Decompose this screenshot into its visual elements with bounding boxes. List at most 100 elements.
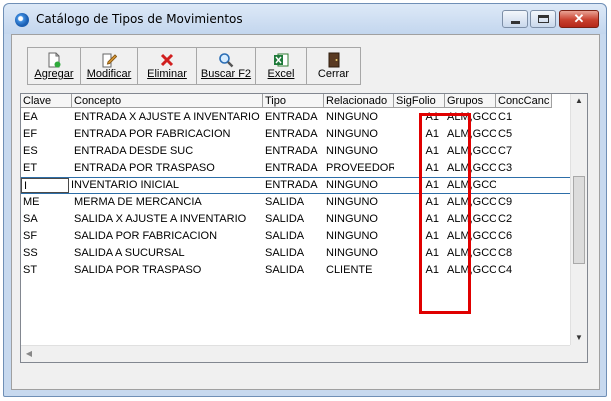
new-document-icon — [48, 52, 61, 68]
table-row[interactable]: ET ENTRADA POR TRASPASO ENTRADA PROVEEDO… — [21, 160, 552, 177]
excel-button[interactable]: Excel — [255, 47, 307, 85]
cell-relacionado[interactable]: NINGUNO — [324, 109, 394, 126]
scroll-up-icon[interactable]: ▲ — [571, 94, 587, 108]
cell-concepto[interactable]: ENTRADA X AJUSTE A INVENTARIO — [72, 109, 263, 126]
sigfolio-highlight-box — [419, 113, 471, 314]
table-row[interactable]: SS SALIDA A SUCURSAL SALIDA NINGUNO A1 A… — [21, 245, 552, 262]
cerrar-button[interactable]: Cerrar — [306, 47, 361, 85]
cell-tipo[interactable]: SALIDA — [263, 194, 324, 211]
cell-conccanc[interactable]: C6 — [496, 228, 552, 245]
cell-clave[interactable]: ES — [21, 143, 72, 160]
cell-conccanc[interactable]: C2 — [496, 211, 552, 228]
maximize-icon — [538, 15, 549, 23]
cell-clave[interactable]: ST — [21, 262, 72, 279]
scroll-thumb[interactable] — [573, 176, 585, 264]
column-header-grupos[interactable]: Grupos — [445, 94, 496, 108]
cell-conccanc[interactable]: C8 — [496, 245, 552, 262]
cell-conccanc[interactable]: C9 — [496, 194, 552, 211]
cell-clave[interactable]: ET — [21, 160, 72, 177]
cell-relacionado[interactable]: PROVEEDOR — [324, 160, 394, 177]
table-row[interactable]: ME MERMA DE MERCANCIA SALIDA NINGUNO A1 … — [21, 194, 552, 211]
cell-concepto[interactable]: MERMA DE MERCANCIA — [72, 194, 263, 211]
buscar-button[interactable]: Buscar F2 — [196, 47, 256, 85]
cell-conccanc[interactable]: C7 — [496, 143, 552, 160]
cell-tipo[interactable]: SALIDA — [263, 228, 324, 245]
cell-concepto[interactable]: ENTRADA DESDE SUC — [72, 143, 263, 160]
cell-relacionado[interactable]: NINGUNO — [324, 143, 394, 160]
grid-header: Clave Concepto Tipo Relacionado SigFolio… — [21, 94, 552, 108]
movement-types-grid[interactable]: Clave Concepto Tipo Relacionado SigFolio… — [20, 93, 588, 363]
cell-clave[interactable]: EA — [21, 109, 72, 126]
table-row[interactable]: EA ENTRADA X AJUSTE A INVENTARIO ENTRADA… — [21, 109, 552, 126]
table-row[interactable]: ES ENTRADA DESDE SUC ENTRADA NINGUNO A1 … — [21, 143, 552, 160]
scroll-left-icon[interactable]: ◀ — [22, 346, 36, 362]
cell-clave[interactable]: ME — [21, 194, 72, 211]
cell-tipo[interactable]: ENTRADA — [263, 126, 324, 143]
scrollbar-corner — [570, 345, 587, 362]
maximize-button[interactable] — [530, 10, 556, 28]
cell-clave[interactable]: SF — [21, 228, 72, 245]
buscar-label: Buscar F2 — [200, 68, 252, 80]
column-header-clave[interactable]: Clave — [21, 94, 72, 108]
cell-conccanc[interactable] — [496, 178, 552, 193]
close-icon: ✕ — [573, 11, 585, 26]
excel-label: Excel — [267, 68, 295, 80]
table-row[interactable]: ST SALIDA POR TRASPASO SALIDA CLIENTE A1… — [21, 262, 552, 279]
cell-conccanc[interactable]: C3 — [496, 160, 552, 177]
cell-concepto[interactable]: SALIDA POR FABRICACION — [72, 228, 263, 245]
cell-tipo[interactable]: ENTRADA — [263, 109, 324, 126]
cell-tipo[interactable]: SALIDA — [263, 245, 324, 262]
agregar-button[interactable]: Agregar — [27, 47, 81, 85]
cell-concepto[interactable]: INVENTARIO INICIAL — [69, 178, 263, 193]
cell-clave[interactable]: SS — [21, 245, 72, 262]
cell-conccanc[interactable]: C5 — [496, 126, 552, 143]
cell-tipo[interactable]: ENTRADA — [263, 160, 324, 177]
cell-tipo[interactable]: SALIDA — [263, 262, 324, 279]
cell-clave[interactable]: EF — [21, 126, 72, 143]
excel-icon — [274, 53, 289, 67]
cell-concepto[interactable]: SALIDA POR TRASPASO — [72, 262, 263, 279]
toolbar: Agregar Modificar Eliminar Buscar F2 Exc… — [27, 47, 361, 85]
table-row[interactable]: EF ENTRADA POR FABRICACION ENTRADA NINGU… — [21, 126, 552, 143]
eliminar-button[interactable]: Eliminar — [137, 47, 197, 85]
cell-concepto[interactable]: ENTRADA POR FABRICACION — [72, 126, 263, 143]
cell-concepto[interactable]: ENTRADA POR TRASPASO — [72, 160, 263, 177]
cell-concepto[interactable]: SALIDA X AJUSTE A INVENTARIO — [72, 211, 263, 228]
column-header-tipo[interactable]: Tipo — [263, 94, 324, 108]
cell-clave-editing[interactable]: I — [21, 178, 69, 193]
cell-relacionado[interactable]: NINGUNO — [324, 245, 394, 262]
cell-relacionado[interactable]: NINGUNO — [324, 194, 394, 211]
table-row[interactable]: SA SALIDA X AJUSTE A INVENTARIO SALIDA N… — [21, 211, 552, 228]
cell-tipo[interactable]: SALIDA — [263, 211, 324, 228]
scroll-down-icon[interactable]: ▼ — [571, 331, 587, 345]
table-row-selected[interactable]: I INVENTARIO INICIAL ENTRADA NINGUNO A1 … — [21, 177, 570, 194]
cell-concepto[interactable]: SALIDA A SUCURSAL — [72, 245, 263, 262]
cell-relacionado[interactable]: NINGUNO — [324, 228, 394, 245]
edit-document-icon — [102, 53, 117, 68]
column-header-relacionado[interactable]: Relacionado — [324, 94, 394, 108]
vertical-scrollbar[interactable]: ▲ ▼ — [570, 94, 587, 362]
cell-relacionado[interactable]: NINGUNO — [324, 126, 394, 143]
cell-tipo[interactable]: ENTRADA — [263, 178, 324, 193]
title-bar[interactable]: Catálogo de Tipos de Movimientos ✕ — [4, 4, 606, 34]
minimize-icon — [511, 21, 520, 24]
cell-tipo[interactable]: ENTRADA — [263, 143, 324, 160]
eliminar-label: Eliminar — [147, 68, 187, 80]
cell-conccanc[interactable]: C1 — [496, 109, 552, 126]
exit-door-icon — [328, 52, 339, 68]
column-header-sigfolio[interactable]: SigFolio — [394, 94, 445, 108]
column-header-conccanc[interactable]: ConcCanc — [496, 94, 552, 108]
minimize-button[interactable] — [502, 10, 528, 28]
cell-relacionado[interactable]: NINGUNO — [324, 178, 394, 193]
modificar-button[interactable]: Modificar — [80, 47, 138, 85]
cell-relacionado[interactable]: NINGUNO — [324, 211, 394, 228]
modificar-label: Modificar — [86, 68, 132, 80]
cell-relacionado[interactable]: CLIENTE — [324, 262, 394, 279]
cerrar-label: Cerrar — [317, 68, 350, 80]
column-header-concepto[interactable]: Concepto — [72, 94, 263, 108]
cell-clave[interactable]: SA — [21, 211, 72, 228]
close-button[interactable]: ✕ — [559, 10, 599, 28]
cell-conccanc[interactable]: C4 — [496, 262, 552, 279]
horizontal-scrollbar[interactable]: ◀ — [21, 345, 571, 362]
table-row[interactable]: SF SALIDA POR FABRICACION SALIDA NINGUNO… — [21, 228, 552, 245]
